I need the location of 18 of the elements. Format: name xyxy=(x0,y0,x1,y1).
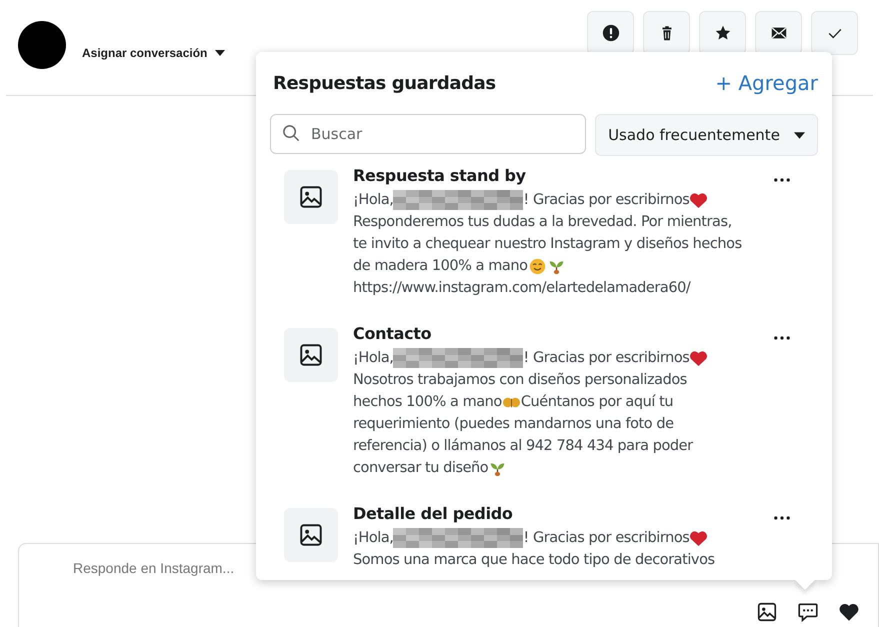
reply-text: ¡Hola, xyxy=(353,529,394,548)
reply-text: ¡Hola, xyxy=(353,191,394,210)
reply-text: Cuéntanos por aquí tu xyxy=(520,393,674,412)
reply-text: de madera 100% a mano xyxy=(353,257,528,276)
reply-text: conversar tu diseño xyxy=(353,459,488,478)
reply-text: Nosotros trabajamos con diseños personalizados xyxy=(353,371,687,390)
reply-text: https://www.instagram.com/elartedelamadera60/ xyxy=(353,279,690,298)
reply-text: referencia) o llámanos al 942 784 434 para poder xyxy=(353,437,693,456)
reply-text: Responderemos tus dudas a la brevedad. Por mientras, xyxy=(353,213,732,232)
reply-text: ! Gracias por escribirnos xyxy=(523,349,690,368)
reply-text: te invito a chequear nuestro Instagram y diseños hechos xyxy=(353,235,742,254)
reply-text: ! Gracias por escribirnos xyxy=(523,529,690,548)
reply-text: hechos 100% a mano xyxy=(353,393,502,412)
reply-text: requerimiento (puedes mandarnos una foto de xyxy=(353,415,674,434)
reply-text: ¡Hola, xyxy=(353,349,394,368)
reply-text: Somos una marca que hace todo tipo de decorativos xyxy=(353,551,715,570)
reply-text: ! Gracias por escribirnos xyxy=(523,191,690,210)
popup-title: Respuestas guardadas xyxy=(273,72,496,94)
